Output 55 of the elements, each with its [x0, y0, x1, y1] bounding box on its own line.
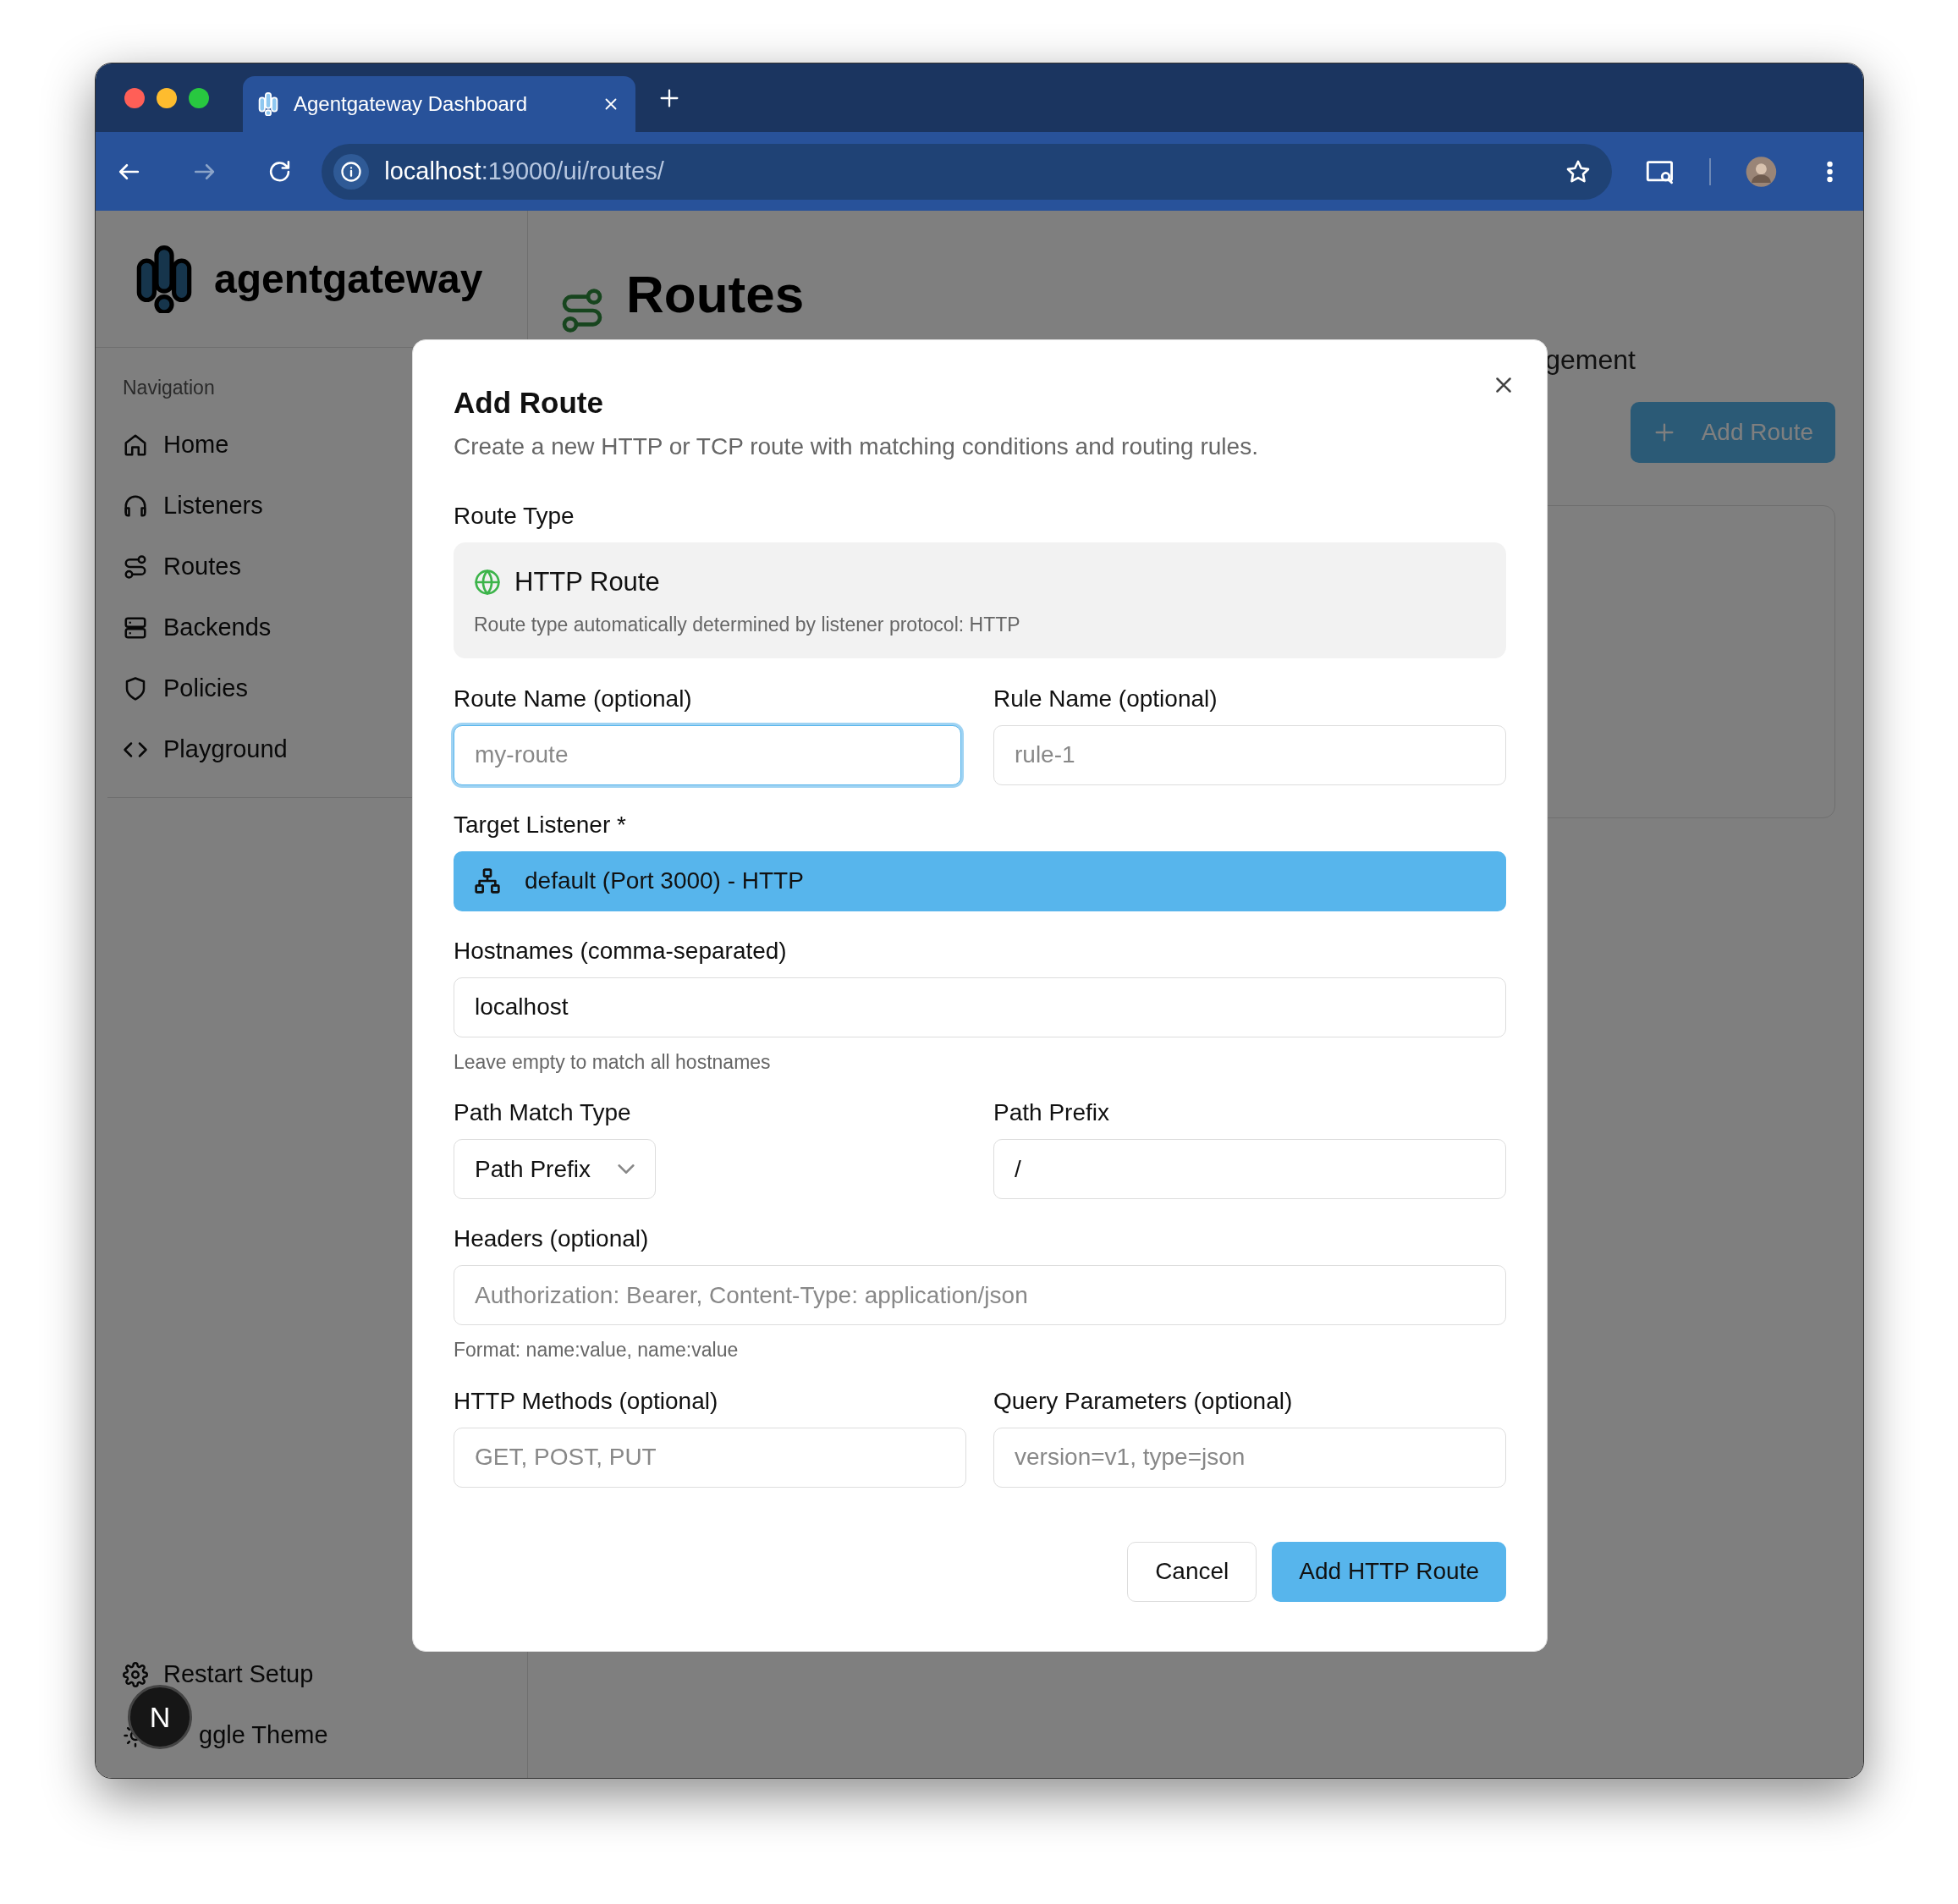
tab-title: Agentgateway Dashboard [294, 91, 529, 117]
network-icon [474, 867, 501, 894]
route-type-note: Route type automatically determined by listener protocol: HTTP [474, 613, 1021, 637]
submit-button[interactable]: Add HTTP Route [1272, 1541, 1506, 1602]
nav-item[interactable]: Policies [123, 658, 248, 719]
page-title: Routes [626, 263, 805, 325]
field-label: Route Type [454, 501, 575, 531]
logo-icon [135, 245, 194, 313]
route-type-name: HTTP Route [514, 565, 660, 598]
hint-text: Leave empty to match all hostnames [454, 1049, 771, 1075]
listener-select[interactable]: default (Port 3000) - HTTP [454, 850, 1506, 911]
field-label: Query Parameters (optional) [993, 1386, 1293, 1416]
dialog-title: Add Route [454, 385, 604, 421]
nav-item[interactable]: Routes [123, 536, 241, 597]
input-field[interactable]: my-route [451, 722, 964, 788]
avatar-icon[interactable] [1745, 154, 1778, 189]
maximize-window-button[interactable] [189, 87, 209, 108]
info-icon [339, 159, 364, 184]
nav-item[interactable]: Home [123, 414, 229, 476]
route-icon [123, 553, 148, 580]
field-label: Route Name (optional) [454, 684, 692, 713]
browser-tab[interactable]: Agentgateway Dashboard [243, 76, 635, 132]
field-label: Headers (optional) [454, 1224, 649, 1253]
close-window-button[interactable] [124, 87, 145, 108]
logo-icon [258, 92, 278, 116]
brand-name: agentgateway [214, 255, 483, 303]
input-field[interactable]: / [993, 1139, 1506, 1199]
page-subtitle: gement [1545, 344, 1636, 377]
address-bar[interactable]: localhost:19000/ui/routes/ [322, 143, 1613, 200]
section-label: Navigation [123, 376, 215, 400]
nav-item[interactable]: Backends [123, 597, 272, 658]
dev-badge[interactable]: N [128, 1685, 192, 1749]
settings-icon [123, 1662, 148, 1687]
globe-icon [474, 568, 501, 596]
input-field[interactable]: GET, POST, PUT [454, 1427, 966, 1488]
input-field[interactable]: localhost [454, 977, 1506, 1037]
field-label: Path Prefix [993, 1098, 1109, 1127]
hint-text: Format: name:value, name:value [454, 1338, 739, 1362]
nav-item[interactable]: Listeners [123, 475, 263, 537]
field-label: Rule Name (optional) [993, 684, 1218, 713]
nav-item[interactable]: Playground [123, 718, 288, 780]
cancel-button[interactable]: Cancel [1127, 1541, 1257, 1602]
input-field[interactable]: Authorization: Bearer, Content-Type: application/json [454, 1265, 1506, 1325]
sidebar-action[interactable]: ggle Theme [199, 1717, 328, 1754]
input-field[interactable]: version=v1, type=json [993, 1427, 1506, 1488]
field-label: Target Listener * [454, 810, 626, 839]
minimize-window-button[interactable] [157, 87, 177, 108]
path-match-select[interactable]: Path Prefix [454, 1139, 656, 1199]
field-label: Hostnames (comma-separated) [454, 936, 787, 966]
chevron-down-icon [618, 1164, 635, 1174]
url-text: localhost:19000/ui/routes/ [384, 156, 665, 186]
field-label: HTTP Methods (optional) [454, 1386, 718, 1416]
dialog-description: Create a new HTTP or TCP route with matching conditions and routing rules. [454, 432, 1259, 461]
field-label: Path Match Type [454, 1098, 631, 1127]
input-field[interactable]: rule-1 [993, 724, 1506, 785]
